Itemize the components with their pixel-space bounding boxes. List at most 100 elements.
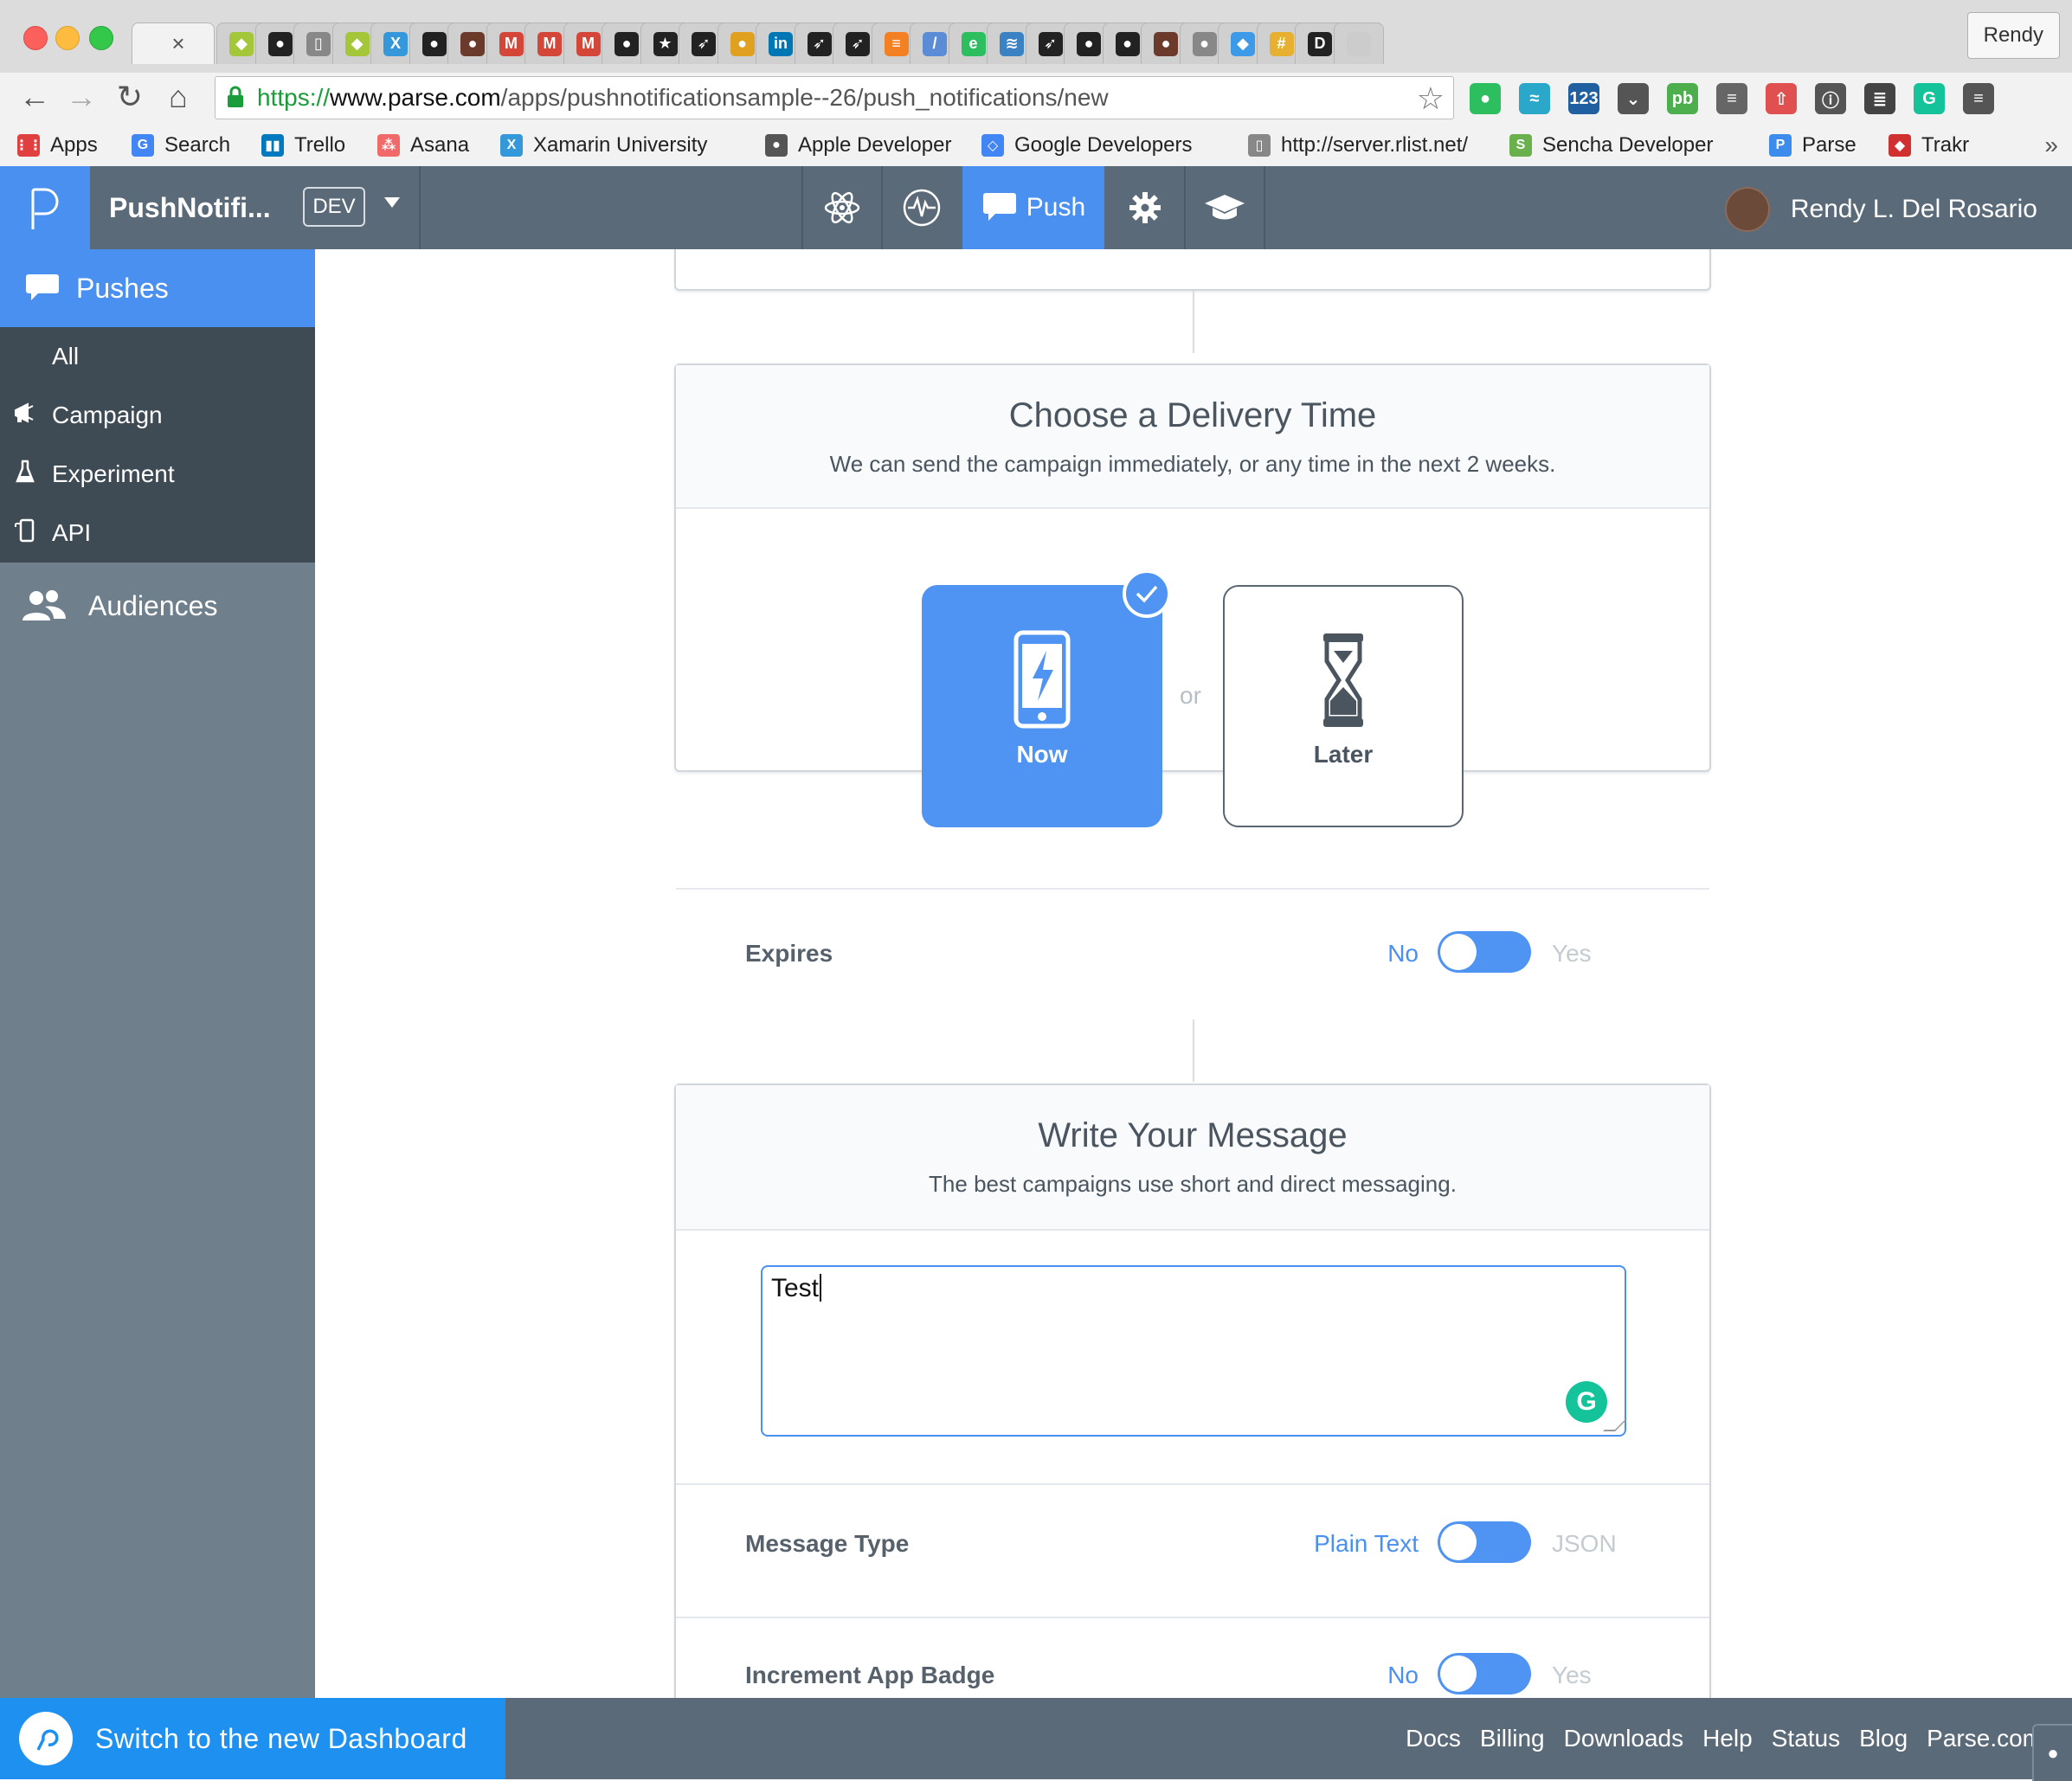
menu-icon[interactable]: ≡ bbox=[1963, 83, 1994, 114]
evernote-elephant-icon[interactable]: ● bbox=[1470, 83, 1501, 114]
forward-icon[interactable]: → bbox=[64, 80, 99, 114]
lock-icon bbox=[228, 86, 243, 107]
sidebar-item-audiences[interactable]: Audiences bbox=[0, 563, 315, 649]
chat-icon[interactable]: ● bbox=[2032, 1724, 2072, 1781]
upload-icon[interactable]: ⇧ bbox=[1766, 83, 1797, 114]
onepassword-icon[interactable]: ⓘ bbox=[1815, 83, 1846, 114]
reader-icon[interactable]: ≡ bbox=[1716, 83, 1747, 114]
switch-dashboard-button[interactable]: Switch to the new Dashboard bbox=[0, 1698, 505, 1779]
footer-link-blog[interactable]: Blog bbox=[1859, 1725, 1908, 1752]
sidebar-item-all[interactable]: All bbox=[0, 327, 315, 386]
footer-link-status[interactable]: Status bbox=[1772, 1725, 1840, 1752]
github-icon: ● bbox=[421, 31, 447, 56]
message-type-json-option[interactable]: JSON bbox=[1552, 1530, 1617, 1558]
footer-link-docs[interactable]: Docs bbox=[1406, 1725, 1461, 1752]
bookmark-item[interactable]: ▮▮ Trello bbox=[261, 130, 345, 161]
footer-link-downloads[interactable]: Downloads bbox=[1564, 1725, 1684, 1752]
sidebar: Pushes All Campaign Experiment API Audie… bbox=[0, 249, 315, 1698]
message-textarea[interactable]: Test G bbox=[761, 1265, 1627, 1437]
reload-icon[interactable]: ↻ bbox=[113, 80, 147, 114]
parse-logo[interactable] bbox=[0, 166, 90, 249]
expires-toggle[interactable] bbox=[1438, 931, 1531, 973]
bookmark-item[interactable]: ◇ Google Developers bbox=[981, 130, 1192, 161]
address-bar[interactable]: https://www.parse.com/apps/pushnotificat… bbox=[215, 76, 1454, 119]
tab-strip: × ◆ ● ▯ ◆ X ● ● M M M ● ★ ➶ ● in ➶ ➶ ≡ / e ≋ ➶ ● ● ● ● ◆ # D Rendy bbox=[0, 0, 2072, 73]
sencha-icon: S bbox=[1509, 134, 1532, 157]
message-text: Test bbox=[771, 1274, 822, 1303]
now-option[interactable]: Now bbox=[922, 585, 1162, 827]
sidebar-item-campaign[interactable]: Campaign bbox=[0, 386, 315, 445]
app-name[interactable]: PushNotifi... bbox=[109, 192, 271, 224]
nav-push-tab[interactable]: Push bbox=[962, 166, 1104, 249]
message-type-plain-option[interactable]: Plain Text bbox=[1314, 1530, 1419, 1558]
avatar-icon: ● bbox=[1154, 31, 1178, 56]
zoom-window-button[interactable] bbox=[89, 26, 113, 50]
bookmark-item[interactable]: ◆ Trakr bbox=[1889, 130, 1969, 161]
resize-handle-icon[interactable] bbox=[1603, 1419, 1627, 1431]
bookmark-label: Search bbox=[164, 133, 231, 157]
user-menu[interactable]: Rendy L. Del Rosario bbox=[1724, 187, 2037, 232]
sidebar-item-label: All bbox=[52, 343, 80, 370]
message-card: Write Your Message The best campaigns us… bbox=[674, 1083, 1711, 1698]
bookmark-label: Apple Developer bbox=[798, 133, 952, 157]
home-icon[interactable]: ⌂ bbox=[161, 80, 196, 114]
bookmark-label: Xamarin University bbox=[533, 133, 708, 157]
counter-123-icon[interactable]: 123 bbox=[1568, 83, 1599, 114]
document-icon: ▯ bbox=[306, 31, 331, 56]
bookmark-item[interactable]: ● Apple Developer bbox=[765, 130, 951, 161]
pushbullet-icon[interactable]: pb bbox=[1667, 83, 1698, 114]
bookmark-item[interactable]: X Xamarin University bbox=[500, 130, 707, 161]
expires-no-option[interactable]: No bbox=[1387, 940, 1419, 968]
bookmark-star-icon[interactable]: ☆ bbox=[1417, 80, 1445, 117]
badge-toggle[interactable] bbox=[1438, 1653, 1531, 1694]
bookmark-label: Asana bbox=[410, 133, 470, 157]
nav-core-button[interactable] bbox=[803, 166, 881, 249]
minimize-window-button[interactable] bbox=[55, 26, 80, 50]
flask-icon bbox=[12, 460, 38, 490]
gmail-icon: M bbox=[537, 31, 562, 56]
message-type-toggle[interactable] bbox=[1438, 1521, 1531, 1563]
bookmarks-overflow-icon[interactable]: » bbox=[2044, 130, 2058, 161]
sidebar-item-label: API bbox=[52, 519, 92, 546]
bookmark-item[interactable]: S Sencha Developer bbox=[1509, 130, 1713, 161]
back-icon[interactable]: ← bbox=[17, 80, 52, 114]
or-label: or bbox=[1180, 682, 1201, 709]
apple-icon: ● bbox=[1192, 31, 1217, 56]
later-option[interactable]: Later bbox=[1223, 585, 1464, 827]
grammarly-ext-icon[interactable]: G bbox=[1914, 83, 1945, 114]
bookmark-item[interactable]: ▯ http://server.rlist.net/ bbox=[1248, 130, 1468, 161]
bookmark-item[interactable]: ⁂ Asana bbox=[377, 130, 469, 161]
avatar bbox=[1724, 187, 1770, 232]
env-badge[interactable]: DEV bbox=[303, 187, 365, 227]
bookmark-item[interactable]: G Search bbox=[132, 130, 230, 161]
close-window-button[interactable] bbox=[23, 26, 48, 50]
bookmark-item[interactable]: ⋮⋮ Apps bbox=[15, 130, 98, 161]
message-type-label: Message Type bbox=[745, 1530, 910, 1557]
app-switcher-caret-icon[interactable] bbox=[384, 197, 400, 208]
expires-yes-option[interactable]: Yes bbox=[1552, 940, 1592, 968]
tab-29[interactable] bbox=[1333, 23, 1384, 64]
profile-button[interactable]: Rendy bbox=[1966, 12, 2060, 59]
wave-icon[interactable]: ≈ bbox=[1519, 83, 1550, 114]
nav-settings-button[interactable] bbox=[1106, 166, 1184, 249]
ghostery-icon[interactable]: ≣ bbox=[1864, 83, 1895, 114]
tab-active[interactable]: × bbox=[132, 23, 215, 64]
sidebar-item-label: Campaign bbox=[52, 402, 163, 428]
grammarly-icon[interactable]: G bbox=[1566, 1381, 1607, 1423]
badge-yes-option[interactable]: Yes bbox=[1552, 1662, 1592, 1689]
sidebar-item-experiment[interactable]: Experiment bbox=[0, 445, 315, 504]
bookmark-item[interactable]: P Parse bbox=[1769, 130, 1856, 161]
buffer-icon: ≋ bbox=[1000, 31, 1024, 56]
delivery-title: Choose a Delivery Time bbox=[1008, 396, 1377, 434]
sidebar-item-api[interactable]: API bbox=[0, 504, 315, 563]
footer-link-billing[interactable]: Billing bbox=[1480, 1725, 1545, 1752]
pocket-icon[interactable]: ⌄ bbox=[1618, 83, 1649, 114]
nav-analytics-button[interactable] bbox=[883, 166, 961, 249]
badge-no-option[interactable]: No bbox=[1387, 1662, 1419, 1689]
sidebar-item-pushes[interactable]: Pushes bbox=[0, 249, 315, 327]
nav-docs-button[interactable] bbox=[1186, 166, 1264, 249]
footer-link-help[interactable]: Help bbox=[1702, 1725, 1753, 1752]
close-tab-icon[interactable]: × bbox=[171, 30, 184, 57]
footer-link-parsecom[interactable]: Parse.com bbox=[1927, 1725, 2043, 1752]
chat-bubble-icon bbox=[982, 193, 1016, 221]
